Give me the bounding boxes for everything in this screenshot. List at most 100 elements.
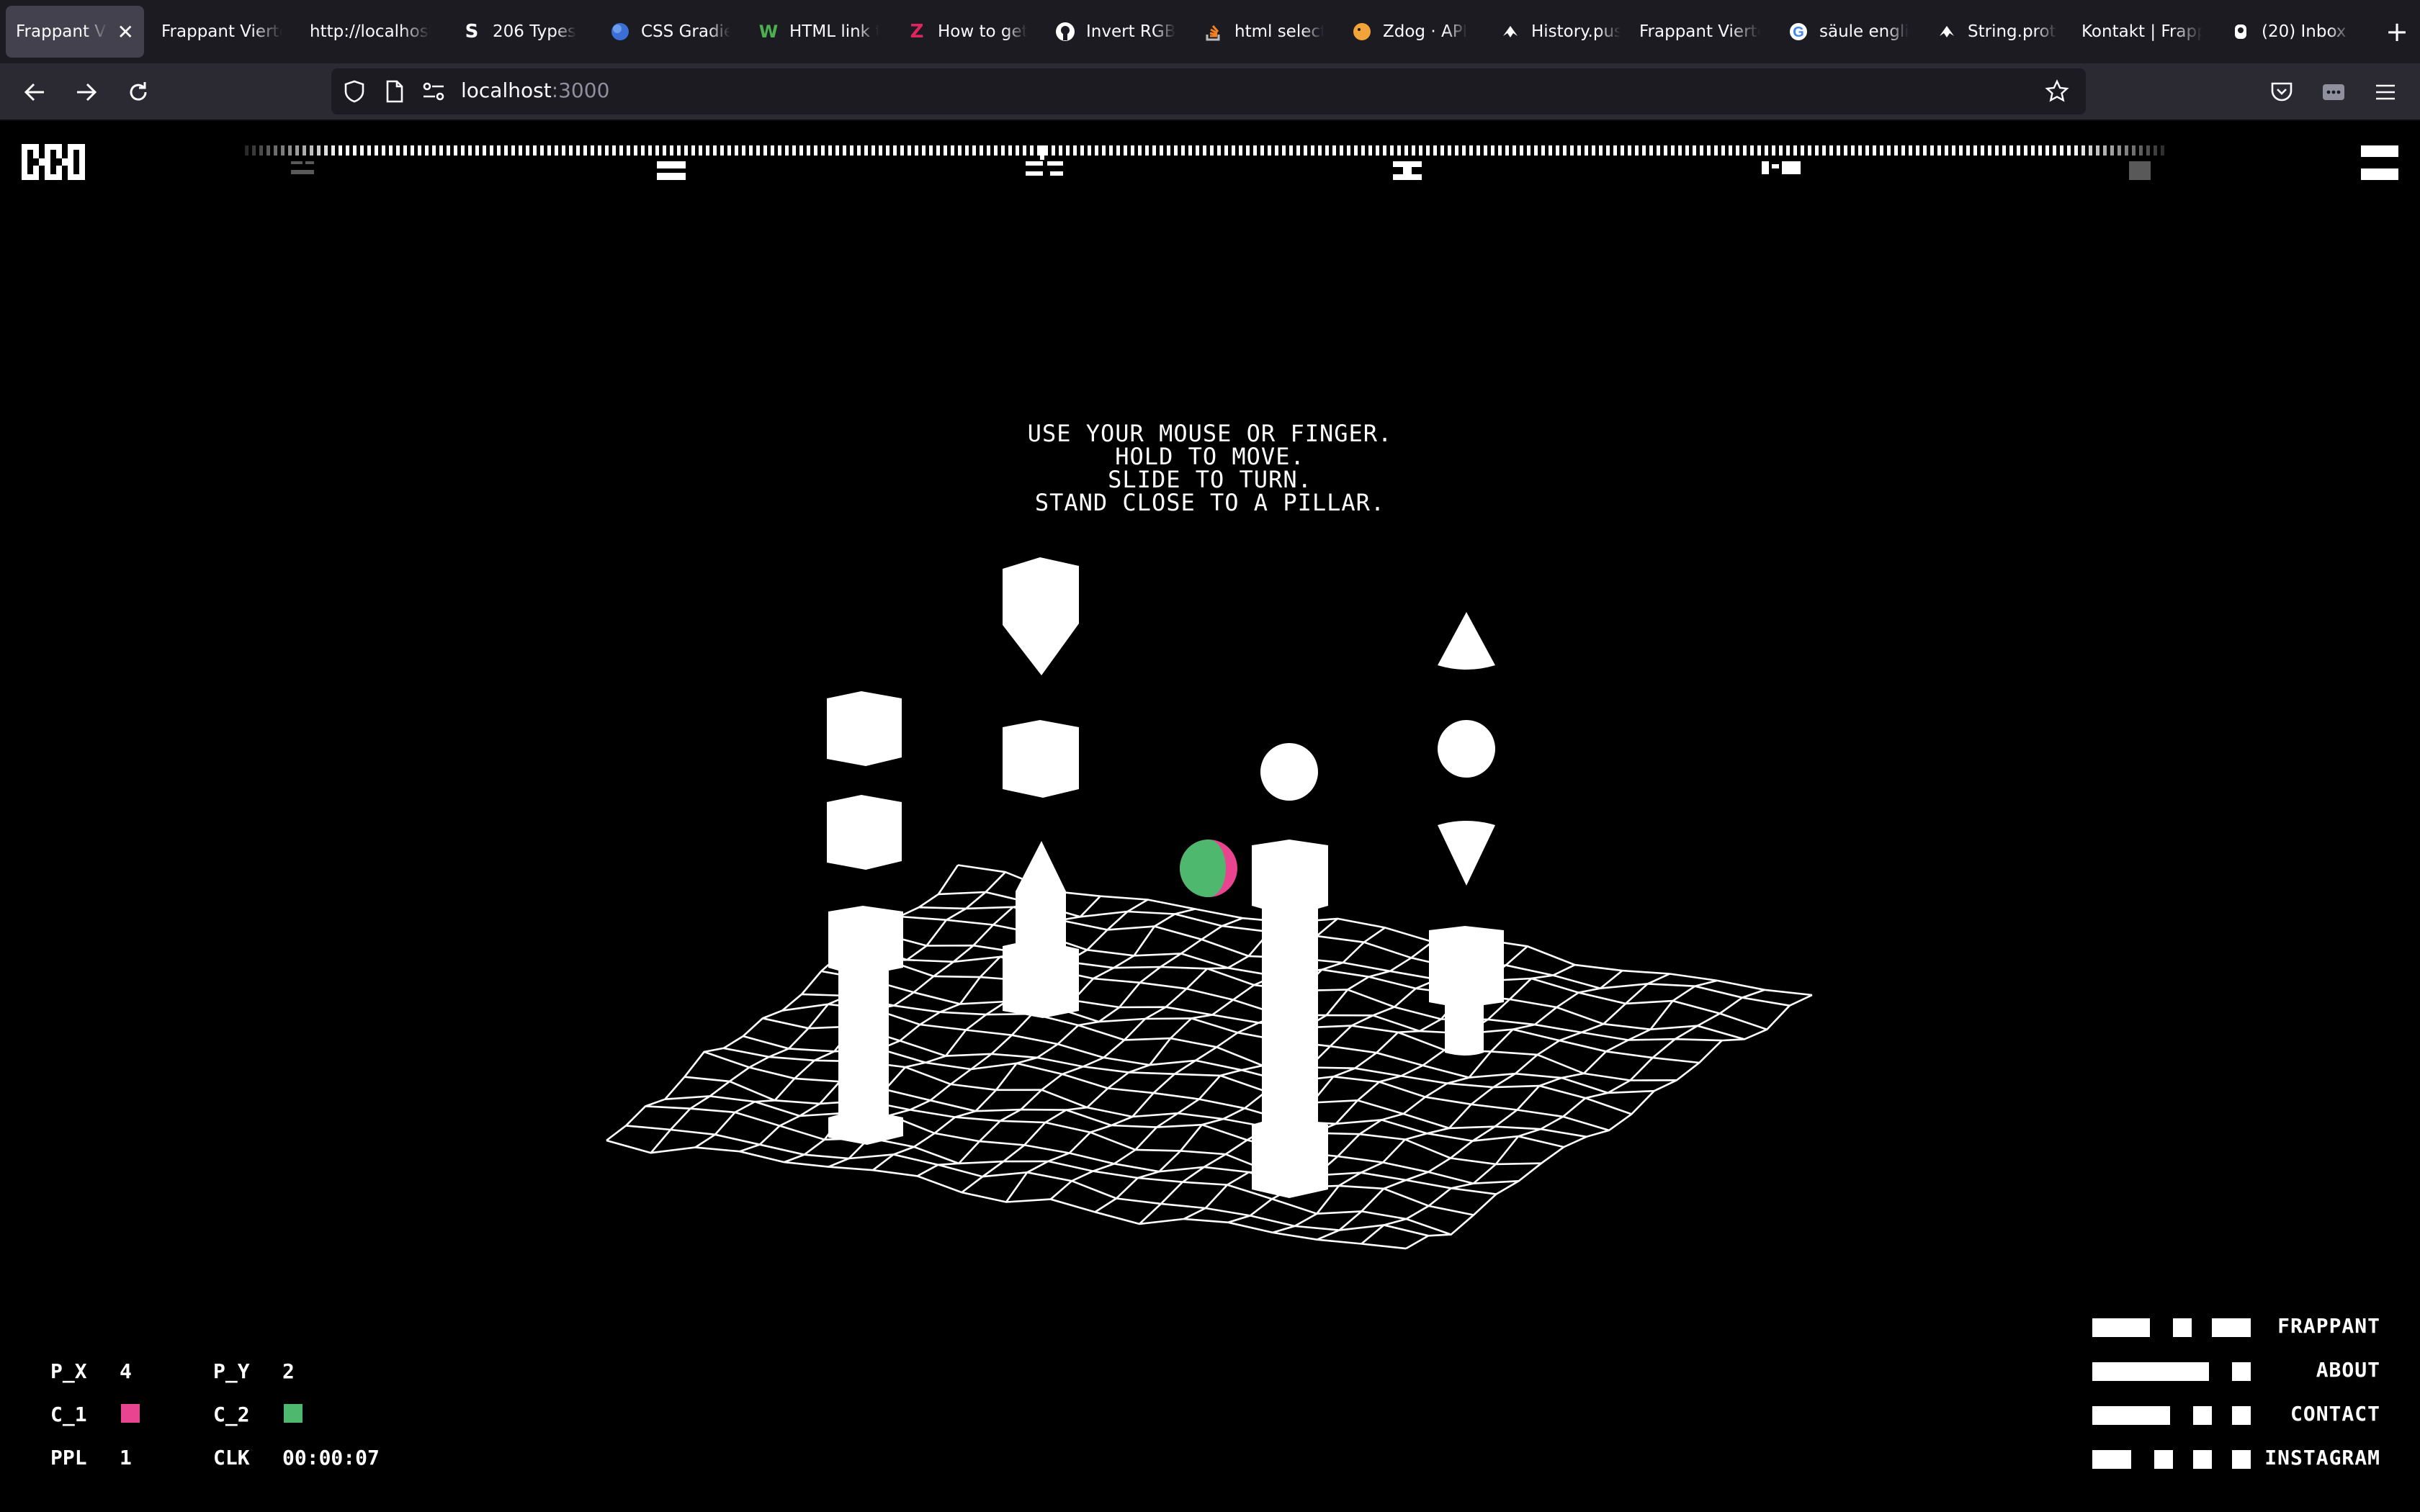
nav-link-label: FRAPPANT (2277, 1314, 2380, 1338)
nav-link-label: ABOUT (2316, 1358, 2380, 1382)
color-swatch (121, 1404, 140, 1423)
tab-html-select[interactable]: html select (1193, 6, 1334, 58)
tab-label: HTML link t (789, 22, 879, 41)
permissions-icon[interactable] (421, 78, 447, 104)
reload-icon (130, 82, 147, 101)
url-text[interactable]: localhost:3000 (461, 78, 609, 102)
google-icon: G (1788, 21, 1809, 42)
tab-saule-englisch[interactable]: G säule englis (1778, 6, 1919, 58)
wireframe-floor-grid (606, 864, 1813, 1250)
sphere-shape (1260, 743, 1318, 801)
pillar-2 (1003, 557, 1079, 1018)
nav-glyph-block (2092, 1450, 2131, 1469)
close-tab-icon[interactable]: ✕ (117, 20, 134, 44)
reload-button[interactable] (120, 73, 157, 111)
globe-icon (609, 21, 631, 42)
nav-glyph-block (2154, 1450, 2173, 1469)
pillar-1 (827, 691, 903, 1145)
stat-label: PPL (50, 1446, 87, 1470)
stat-c-2: C_2 (213, 1403, 302, 1426)
nav-glyph-block (2232, 1406, 2251, 1425)
tab-html-link[interactable]: W HTML link t (748, 6, 889, 58)
stat-ppl: PPL 1 (50, 1446, 132, 1470)
new-tab-button[interactable]: + (2377, 9, 2417, 55)
tab-label: Kontakt | Frapp (2081, 22, 2202, 41)
tab-localhost[interactable]: http://localhost (300, 6, 441, 58)
nav-link-instagram[interactable]: INSTAGRAM (2092, 1446, 2380, 1475)
nav-glyph-block (2092, 1318, 2150, 1337)
stat-p-y: P_Y 2 (213, 1359, 295, 1383)
tab-frappant-3[interactable]: Frappant Vierte (1629, 6, 1770, 58)
shield-icon[interactable] (341, 78, 367, 104)
tab-invert-rgb[interactable]: Invert RGB (1044, 6, 1186, 58)
svg-text:G: G (1793, 24, 1804, 40)
forward-button[interactable] (68, 73, 105, 111)
hamburger-menu-icon[interactable] (2367, 73, 2404, 111)
stackoverflow-icon (1203, 21, 1224, 42)
page-viewport: USE YOUR MOUSE OR FINGER. HOLD TO MOVE. … (0, 121, 2420, 1512)
pentagon-shape (1003, 557, 1079, 675)
tab-history-push[interactable]: History.pus (1489, 6, 1631, 58)
tab-label: 206 Types (493, 22, 577, 41)
nav-link-about[interactable]: ABOUT (2092, 1358, 2380, 1387)
column-shape (1252, 840, 1328, 1198)
stat-label: C_2 (213, 1403, 250, 1426)
tab-how-to-get[interactable]: Z How to get (896, 6, 1037, 58)
pillar-4 (1429, 612, 1504, 1056)
tab-label: html select (1234, 22, 1324, 41)
cube-shape (827, 691, 902, 766)
mail-icon (2230, 21, 2251, 42)
url-bar[interactable]: localhost:3000 (331, 68, 2086, 114)
nav-glyph-block (2092, 1406, 2170, 1425)
tab-label: säule englis (1819, 22, 1909, 41)
page-icon[interactable] (382, 78, 408, 104)
nav-link-label: CONTACT (2290, 1402, 2380, 1426)
nav-link-frappant[interactable]: FRAPPANT (2092, 1314, 2380, 1343)
stat-p-x: P_X 4 (50, 1359, 132, 1383)
extension-icon[interactable] (2315, 73, 2352, 111)
tab-label: String.proto (1968, 22, 2057, 41)
back-button[interactable] (16, 73, 53, 111)
stat-value: 4 (120, 1359, 132, 1383)
s-logo-icon: S (465, 21, 479, 42)
grid-line (957, 864, 1813, 996)
dog-icon (1351, 21, 1373, 42)
nav-link-contact[interactable]: CONTACT (2092, 1402, 2380, 1431)
stat-value: 1 (120, 1446, 132, 1470)
tab-label: How to get (938, 22, 1027, 41)
browser-nav-bar: localhost:3000 (0, 63, 2420, 121)
arrow-right-icon (77, 83, 97, 102)
stat-label: P_Y (213, 1359, 250, 1383)
tab-inbox[interactable]: (20) Inbox | (2220, 6, 2361, 58)
tab-label: History.pus (1531, 22, 1621, 41)
nav-glyph-block (2193, 1406, 2212, 1425)
tab-206-types[interactable]: S 206 Types (451, 6, 592, 58)
stat-value: 00:00:07 (282, 1446, 380, 1470)
browser-tab-bar: Frappant Vie ✕ Frappant Vierte http://lo… (0, 0, 2420, 63)
tab-label: http://localhost (310, 22, 431, 41)
tab-label: Frappant Vierte (1639, 22, 1760, 41)
tab-css-gradient[interactable]: CSS Gradie (599, 6, 740, 58)
grid-line (665, 1095, 1474, 1216)
pocket-icon[interactable] (2263, 73, 2300, 111)
github-icon (1054, 21, 1076, 42)
column-shape (828, 906, 903, 1145)
stat-value: 2 (282, 1359, 295, 1383)
tab-zdog-api[interactable]: Zdog · API (1341, 6, 1482, 58)
tab-string-prototype[interactable]: String.proto (1926, 6, 2067, 58)
tab-frappant-2[interactable]: Frappant Vierte (151, 6, 292, 58)
tab-label: Frappant Vie (16, 22, 107, 41)
player-ball-left-half (1180, 840, 1226, 897)
player-avatar (1180, 840, 1237, 897)
nav-glyph-block (2173, 1318, 2192, 1337)
stat-c-1: C_1 (50, 1403, 140, 1426)
cone-shape (1438, 612, 1495, 670)
tab-kontakt[interactable]: Kontakt | Frapp (2071, 6, 2213, 58)
stat-clk: CLK 00:00:07 (213, 1446, 380, 1470)
tab-frappant-active[interactable]: Frappant Vie ✕ (6, 6, 144, 58)
w3-icon: W (758, 22, 779, 42)
stat-label: P_X (50, 1359, 87, 1383)
3d-scene-canvas[interactable] (0, 121, 2420, 1512)
nav-glyph-block (2092, 1362, 2209, 1381)
bookmark-star-icon[interactable] (2044, 78, 2070, 104)
